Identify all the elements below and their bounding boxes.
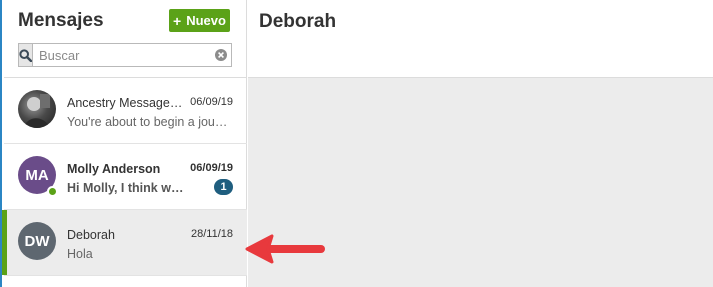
annotation-arrow xyxy=(245,234,325,264)
conversation-name: Molly Anderson xyxy=(67,162,161,176)
conversation-date: 06/09/19 xyxy=(190,96,233,108)
avatar xyxy=(18,90,56,128)
conversation-title: Deborah xyxy=(259,11,337,32)
conversation-preview: Hi Molly, I think we… xyxy=(67,181,185,195)
conversation-date: 28/11/18 xyxy=(190,228,233,240)
conversation-preview: Hola xyxy=(67,247,93,261)
conversation-item[interactable]: MA Molly Anderson 06/09/19 Hi Molly, I t… xyxy=(4,144,247,210)
conversation-preview: You're about to begin a journ… xyxy=(67,115,231,129)
sidebar-header: Mensajes + Nuevo xyxy=(4,0,246,78)
conversation-item[interactable]: Ancestry Messages T… 06/09/19 You're abo… xyxy=(4,78,247,144)
search-input[interactable] xyxy=(33,44,215,66)
avatar: DW xyxy=(18,222,56,260)
selected-indicator xyxy=(2,210,7,275)
unread-badge: 1 xyxy=(214,179,233,195)
new-message-button[interactable]: + Nuevo xyxy=(169,9,230,32)
conversation-name: Deborah xyxy=(67,228,115,242)
plus-icon: + xyxy=(173,12,182,29)
conversation-date: 06/09/19 xyxy=(190,162,233,174)
sidebar-title: Mensajes xyxy=(18,10,104,31)
conversation-name: Ancestry Messages T… xyxy=(67,96,185,110)
search-box xyxy=(18,43,232,67)
clear-icon[interactable] xyxy=(215,44,227,66)
search-icon[interactable] xyxy=(19,44,33,66)
messages-app: Mensajes + Nuevo Ancestry Messages T… 06… xyxy=(0,0,713,287)
conversation-item-selected[interactable]: DW Deborah 28/11/18 Hola xyxy=(2,210,247,276)
conversation-sidebar: Mensajes + Nuevo Ancestry Messages T… 06… xyxy=(2,0,247,287)
new-message-label: Nuevo xyxy=(186,13,226,28)
conversation-header: Deborah xyxy=(248,0,713,78)
online-status-icon xyxy=(47,186,58,197)
